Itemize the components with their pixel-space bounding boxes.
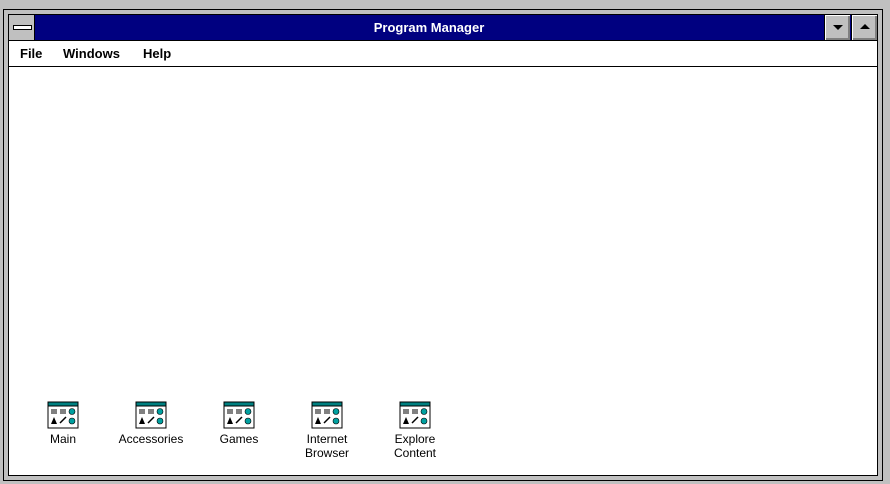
program-group-icon [311, 401, 343, 429]
window-title: Program Manager [373, 20, 485, 35]
program-group-icon [47, 401, 79, 429]
program-group-icon [399, 401, 431, 429]
group-games[interactable]: Games [197, 401, 281, 446]
menu-windows[interactable]: Windows [61, 41, 122, 66]
title-bar[interactable]: Program Manager [9, 15, 877, 41]
system-menu-icon [13, 25, 32, 30]
group-label: Games [219, 432, 259, 446]
minimize-icon [833, 25, 843, 30]
program-group-icon [135, 401, 167, 429]
program-group-icon [223, 401, 255, 429]
group-internet-browser[interactable]: Internet Browser [285, 401, 369, 460]
window-client: Program Manager File Windows Help Main A… [8, 14, 878, 476]
group-accessories[interactable]: Accessories [109, 401, 193, 446]
menu-help[interactable]: Help [141, 41, 173, 66]
group-explore-content[interactable]: Explore Content [373, 401, 457, 460]
group-label: Explore Content [393, 432, 437, 460]
program-manager-window: Program Manager File Windows Help Main A… [3, 9, 883, 481]
system-menu-button[interactable] [9, 15, 35, 40]
maximize-icon [860, 24, 870, 29]
menu-file[interactable]: File [18, 41, 44, 66]
group-label: Internet Browser [304, 432, 349, 460]
group-label: Accessories [118, 432, 184, 446]
group-label: Main [49, 432, 76, 446]
minimize-button[interactable] [824, 15, 850, 40]
workspace: Main Accessories Games Internet Browser … [9, 67, 877, 475]
group-main[interactable]: Main [21, 401, 105, 446]
maximize-button[interactable] [851, 15, 877, 40]
menu-bar: File Windows Help [9, 41, 877, 67]
